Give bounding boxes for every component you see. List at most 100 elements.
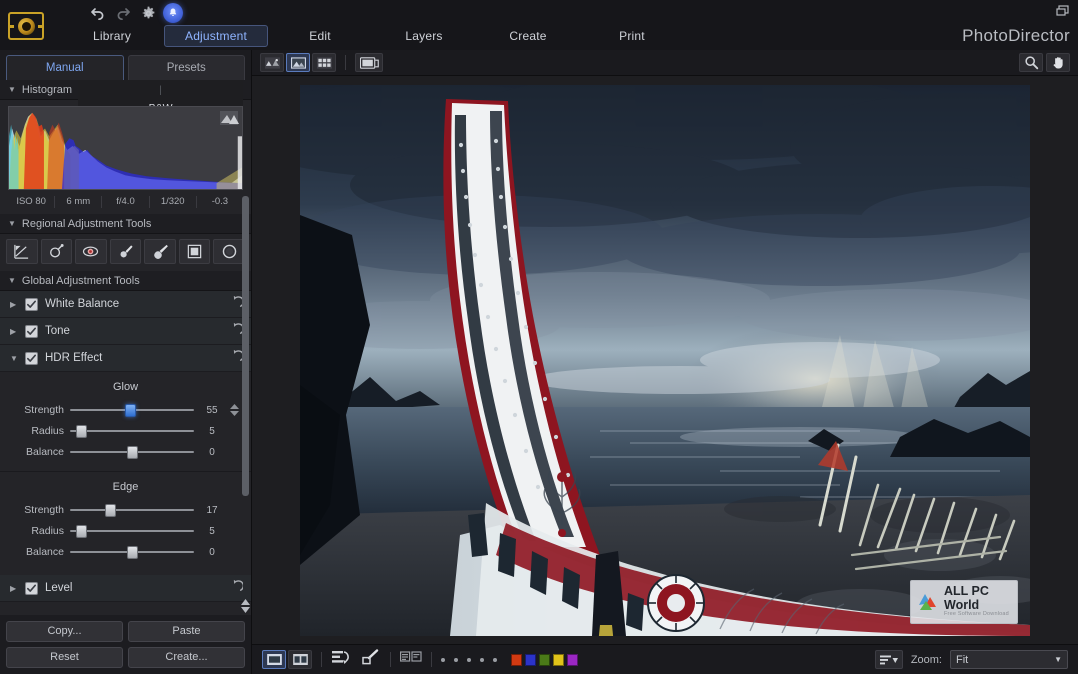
edge-radius-knob[interactable] xyxy=(76,525,88,538)
glow-strength-slider[interactable]: Strength 55 xyxy=(0,400,251,420)
global-collapse-icon[interactable]: ▼ xyxy=(8,276,16,285)
white-balance-reset-icon[interactable] xyxy=(228,295,245,314)
hand-tool-button[interactable] xyxy=(1046,53,1070,72)
level-checkbox[interactable] xyxy=(25,581,38,595)
glow-strength-knob[interactable] xyxy=(124,404,136,417)
edge-radius-slider[interactable]: Radius 5 xyxy=(0,521,251,541)
level-reset-icon[interactable] xyxy=(228,579,245,598)
rotate-icon[interactable] xyxy=(331,649,351,670)
hdr-effect-checkbox[interactable] xyxy=(25,351,38,365)
restore-window-icon[interactable] xyxy=(1056,4,1070,16)
spot-removal-icon[interactable] xyxy=(40,239,73,264)
rating-dot-4[interactable] xyxy=(480,657,484,662)
color-swatch-red[interactable] xyxy=(511,653,522,666)
reset-button[interactable]: Reset xyxy=(6,647,123,668)
panel-scroll-down-icon[interactable] xyxy=(241,607,250,613)
edge-strength-value[interactable]: 17 xyxy=(200,505,224,516)
edge-balance-track[interactable] xyxy=(70,545,194,559)
regional-tools-section-header[interactable]: ▼ Regional Adjustment Tools xyxy=(0,214,251,234)
glow-radius-track[interactable] xyxy=(70,424,194,438)
radial-mask-icon[interactable] xyxy=(213,239,246,264)
glow-radius-knob[interactable] xyxy=(76,425,88,438)
panel-scrollbar[interactable] xyxy=(242,84,249,593)
menu-item-library[interactable]: Library xyxy=(60,25,164,47)
edge-balance-value[interactable]: 0 xyxy=(200,547,224,558)
clone-brush-icon[interactable] xyxy=(144,239,176,264)
edge-radius-value[interactable]: 5 xyxy=(200,526,224,537)
menu-item-adjustment[interactable]: Adjustment xyxy=(164,25,268,47)
glow-balance-value[interactable]: 0 xyxy=(200,447,224,458)
white-balance-checkbox[interactable] xyxy=(25,297,38,311)
glow-balance-slider[interactable]: Balance 0 xyxy=(0,442,251,462)
edge-strength-track[interactable] xyxy=(70,503,194,517)
histogram-collapse-icon[interactable]: ▼ xyxy=(8,85,16,94)
notification-icon[interactable] xyxy=(163,3,183,23)
edge-balance-slider[interactable]: Balance 0 xyxy=(0,542,251,562)
create-button[interactable]: Create... xyxy=(128,647,245,668)
color-swatch-green[interactable] xyxy=(539,653,550,666)
menu-item-create[interactable]: Create xyxy=(476,25,580,47)
glow-radius-slider[interactable]: Radius 5 xyxy=(0,421,251,441)
edge-strength-slider[interactable]: Strength 17 xyxy=(0,500,251,520)
hdr-effect-collapse-icon[interactable]: ▼ xyxy=(10,354,18,363)
histogram-section-header[interactable]: ▼ Histogram Color | B&W xyxy=(0,80,251,114)
global-group-white-balance[interactable]: ▶ White Balance xyxy=(0,291,251,318)
red-eye-removal-icon[interactable] xyxy=(75,239,107,264)
tab-presets[interactable]: Presets xyxy=(127,55,245,80)
chevron-down-icon[interactable]: ▼ xyxy=(1054,655,1062,664)
photo-canvas[interactable]: ALL PC World Free Software Download xyxy=(252,76,1078,644)
compare-photos-button[interactable] xyxy=(288,650,312,669)
glow-radius-value[interactable]: 5 xyxy=(200,426,224,437)
tab-manual[interactable]: Manual xyxy=(6,55,124,80)
hdr-effect-reset-icon[interactable] xyxy=(228,349,245,368)
rating-dot-2[interactable] xyxy=(454,657,458,662)
glow-strength-spinner[interactable] xyxy=(230,404,239,416)
global-group-level[interactable]: ▶ Level xyxy=(0,575,251,602)
panel-scroll-up-icon[interactable] xyxy=(241,599,250,605)
menu-item-edit[interactable]: Edit xyxy=(268,25,372,47)
paste-button[interactable]: Paste xyxy=(128,621,245,642)
panel-scroll-arrows[interactable] xyxy=(241,599,250,613)
compare-view-button[interactable] xyxy=(260,53,284,72)
copy-button[interactable]: Copy... xyxy=(6,621,123,642)
single-photo-button[interactable] xyxy=(262,650,286,669)
zoom-tool-button[interactable] xyxy=(1019,53,1043,72)
zoom-level-dropdown[interactable]: Fit ▼ xyxy=(950,650,1068,669)
color-swatch-yellow[interactable] xyxy=(553,653,564,666)
gear-icon[interactable] xyxy=(138,3,158,23)
global-tools-section-header[interactable]: ▼ Global Adjustment Tools xyxy=(0,271,251,291)
flag-icon[interactable] xyxy=(361,649,381,670)
shadow-clipping-warning-icon[interactable] xyxy=(219,110,239,126)
menu-item-print[interactable]: Print xyxy=(580,25,684,47)
show-panel-button[interactable] xyxy=(355,53,383,72)
rating-dot-5[interactable] xyxy=(493,657,497,662)
adjustment-brush-icon[interactable] xyxy=(109,239,142,264)
color-swatch-blue[interactable] xyxy=(525,653,536,666)
regional-collapse-icon[interactable]: ▼ xyxy=(8,219,16,228)
glow-balance-knob[interactable] xyxy=(127,446,138,459)
rating-dot-3[interactable] xyxy=(467,657,471,662)
tag-icon[interactable] xyxy=(400,650,422,669)
glow-strength-spinner-up[interactable] xyxy=(230,404,239,409)
global-group-hdr-effect[interactable]: ▼ HDR Effect xyxy=(0,345,251,372)
gradient-mask-icon[interactable] xyxy=(6,239,38,264)
color-swatch-purple[interactable] xyxy=(567,653,578,666)
glow-balance-track[interactable] xyxy=(70,445,194,459)
edge-balance-knob[interactable] xyxy=(127,546,138,559)
rating-stars[interactable] xyxy=(441,657,497,662)
glow-strength-spinner-down[interactable] xyxy=(230,411,239,416)
rating-dot-1[interactable] xyxy=(441,657,445,662)
sort-button[interactable] xyxy=(874,650,903,669)
redo-icon[interactable] xyxy=(113,3,133,23)
level-expand-icon[interactable]: ▶ xyxy=(10,584,18,593)
white-balance-expand-icon[interactable]: ▶ xyxy=(10,300,18,309)
glow-strength-track[interactable] xyxy=(70,403,194,417)
edge-strength-knob[interactable] xyxy=(104,504,116,517)
tone-expand-icon[interactable]: ▶ xyxy=(10,327,18,336)
glow-strength-value[interactable]: 55 xyxy=(200,405,224,416)
grid-view-button[interactable] xyxy=(312,53,336,72)
undo-icon[interactable] xyxy=(88,3,108,23)
menu-item-layers[interactable]: Layers xyxy=(372,25,476,47)
global-group-tone[interactable]: ▶ Tone xyxy=(0,318,251,345)
single-view-button[interactable] xyxy=(286,53,310,72)
